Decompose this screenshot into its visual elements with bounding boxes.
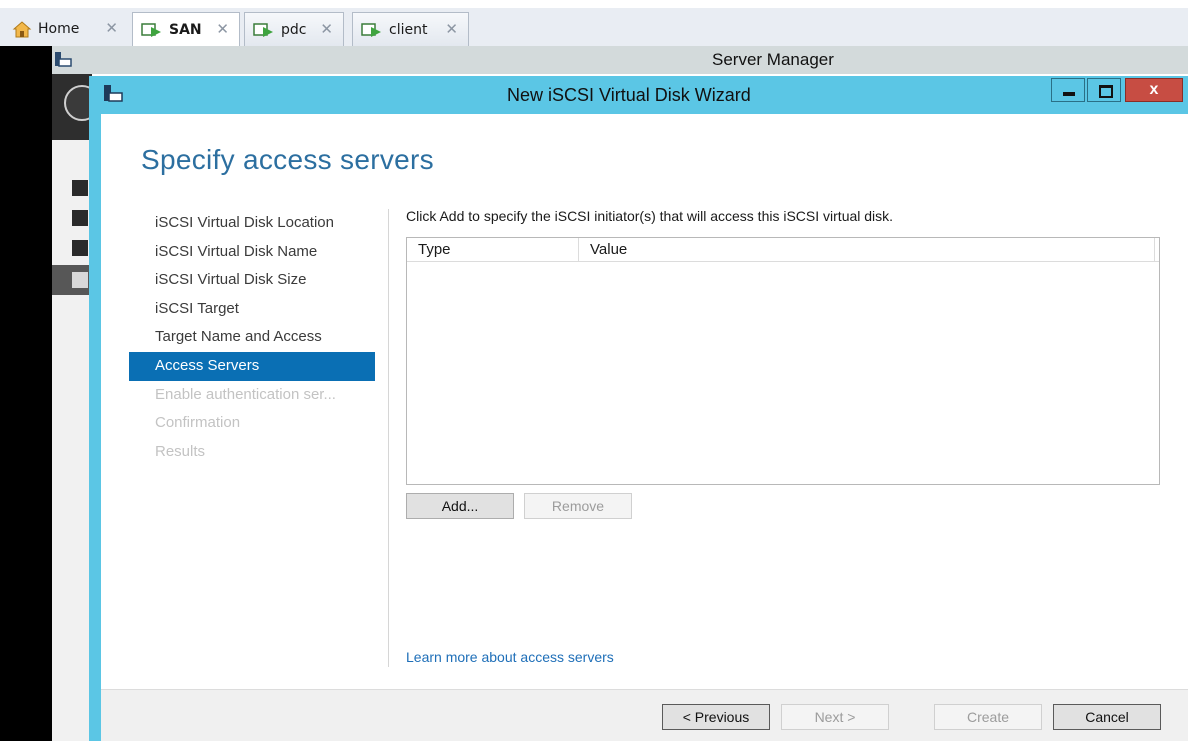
step-enable-authentication: Enable authentication ser... (155, 385, 336, 403)
step-target-name-and-access[interactable]: Target Name and Access (129, 323, 375, 352)
server-manager-nav-panel (52, 140, 92, 741)
tab-san-close-icon[interactable]: ✕ (216, 20, 229, 38)
instruction-text: Click Add to specify the iSCSI initiator… (406, 208, 894, 224)
remove-button[interactable]: Remove (524, 493, 632, 519)
tab-home-label: Home (38, 21, 80, 37)
steps-divider (388, 209, 389, 667)
wizard-titlebar: New iSCSI Virtual Disk Wizard x (89, 76, 1188, 114)
vm-icon (361, 22, 381, 37)
step-iscsi-target[interactable]: iSCSI Target (129, 295, 375, 324)
access-servers-grid[interactable]: Type Value (406, 237, 1160, 485)
vm-tab-strip: Home ✕ SAN ✕ pdc ✕ client ✕ (0, 0, 1188, 46)
server-manager-titlebar: Server Manager (52, 46, 1188, 74)
grid-header: Type Value (407, 238, 1159, 262)
step-iscsi-virtual-disk-size[interactable]: iSCSI Virtual Disk Size (129, 266, 375, 295)
tab-client-label: client (389, 21, 428, 38)
step-iscsi-virtual-disk-location[interactable]: iSCSI Virtual Disk Location (129, 209, 375, 238)
cancel-button[interactable]: Cancel (1053, 704, 1161, 730)
all-servers-icon[interactable] (72, 240, 88, 256)
dashboard-icon[interactable] (72, 180, 88, 196)
tab-pdc-close-icon[interactable]: ✕ (320, 20, 333, 38)
wizard-steps: iSCSI Virtual Disk Location iSCSI Virtua… (129, 209, 375, 466)
file-storage-icon[interactable] (72, 272, 88, 288)
column-header-type[interactable]: Type (407, 238, 579, 262)
step-access-servers[interactable]: Access Servers (129, 351, 375, 381)
tab-san-label: SAN (169, 21, 202, 38)
close-button[interactable]: x (1125, 78, 1183, 102)
step-iscsi-virtual-disk-name[interactable]: iSCSI Virtual Disk Name (129, 238, 375, 267)
tab-home[interactable]: Home ✕ (4, 12, 128, 46)
home-icon (12, 21, 32, 38)
tab-san[interactable]: SAN ✕ (132, 12, 240, 46)
create-button[interactable]: Create (934, 704, 1042, 730)
previous-button[interactable]: < Previous (662, 704, 770, 730)
tab-client-close-icon[interactable]: ✕ (445, 20, 458, 38)
wizard-app-icon (104, 85, 123, 102)
column-header-value[interactable]: Value (579, 238, 1155, 262)
learn-more-link[interactable]: Learn more about access servers (406, 649, 614, 665)
tab-home-close-icon[interactable]: ✕ (105, 19, 118, 37)
add-button[interactable]: Add... (406, 493, 514, 519)
page-title: Specify access servers (141, 144, 434, 175)
tab-pdc-label: pdc (281, 21, 307, 38)
maximize-button[interactable] (1087, 78, 1121, 102)
vm-icon (253, 22, 273, 37)
step-confirmation: Confirmation (155, 414, 241, 432)
wizard-window: New iSCSI Virtual Disk Wizard x Specify … (89, 76, 1188, 741)
wizard-title: New iSCSI Virtual Disk Wizard (507, 85, 751, 105)
wizard-footer: < Previous Next > Create Cancel (101, 689, 1188, 741)
tab-client[interactable]: client ✕ (352, 12, 469, 46)
server-manager-app-icon (55, 52, 72, 67)
step-results: Results (155, 442, 206, 460)
server-manager-title: Server Manager (712, 50, 834, 69)
desktop-left-edge (0, 46, 52, 741)
local-server-icon[interactable] (72, 210, 88, 226)
tab-pdc[interactable]: pdc ✕ (244, 12, 344, 46)
next-button[interactable]: Next > (781, 704, 889, 730)
wizard-body: Specify access servers iSCSI Virtual Dis… (101, 114, 1188, 689)
minimize-button[interactable] (1051, 78, 1085, 102)
vm-icon (141, 22, 161, 37)
